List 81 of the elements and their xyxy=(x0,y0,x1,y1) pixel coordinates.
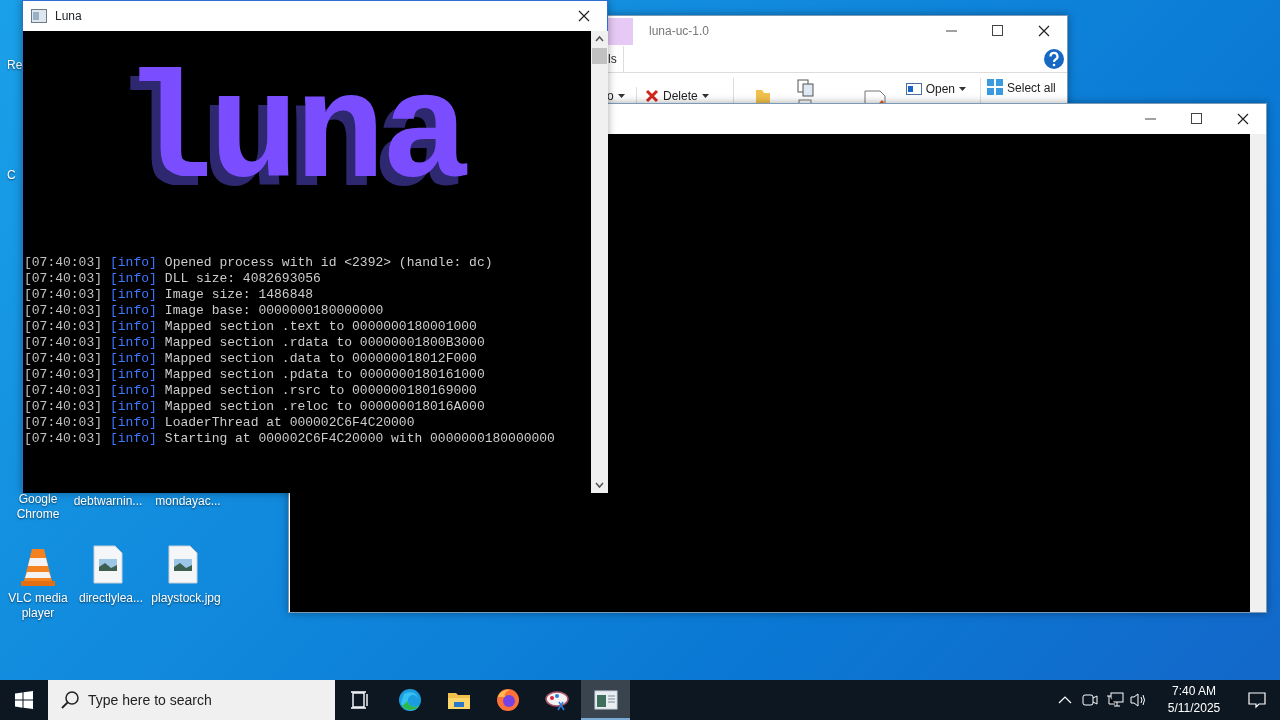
task-view-icon[interactable] xyxy=(351,691,369,709)
caret-icon xyxy=(701,94,709,98)
log-timestamp: [07:40:03] xyxy=(24,383,102,399)
delete-button[interactable]: Delete xyxy=(663,87,698,105)
log-timestamp: [07:40:03] xyxy=(24,399,102,415)
log-timestamp: [07:40:03] xyxy=(24,415,102,431)
window-title: luna-uc-1.0 xyxy=(649,23,710,40)
log-level: [info] xyxy=(110,287,157,303)
icon-label[interactable]: C xyxy=(0,168,16,183)
volume-icon[interactable] xyxy=(1130,692,1148,708)
show-hidden-icons-icon[interactable] xyxy=(1058,696,1072,704)
log-timestamp: [07:40:03] xyxy=(24,271,102,287)
scrollbar[interactable] xyxy=(1250,134,1266,612)
close-icon[interactable] xyxy=(577,9,591,23)
notifications-icon[interactable] xyxy=(1248,691,1266,709)
search-field[interactable]: Type here to search xyxy=(48,680,335,720)
log-timestamp: [07:40:03] xyxy=(24,431,102,447)
log-timestamp: [07:40:03] xyxy=(24,303,102,319)
edge-icon[interactable] xyxy=(397,688,422,712)
log-level: [info] xyxy=(110,431,157,447)
log-message: Opened process with id <2392> (handle: dc) xyxy=(164,255,493,271)
maximize-icon[interactable] xyxy=(991,24,1005,38)
log-message: DLL size: 4082693056 xyxy=(164,271,321,287)
icon-label[interactable]: VLC media player xyxy=(5,591,71,621)
log-timestamp: [07:40:03] xyxy=(24,255,102,271)
log-level: [info] xyxy=(110,383,157,399)
select-all-button[interactable]: Select all xyxy=(1007,79,1056,97)
log-level: [info] xyxy=(110,319,157,335)
log-message: Image base: 0000000180000000 xyxy=(164,303,384,319)
caret-icon xyxy=(617,94,625,98)
log-timestamp: [07:40:03] xyxy=(24,367,102,383)
log-message: Image size: 1486848 xyxy=(164,287,314,303)
log-level: [info] xyxy=(110,415,157,431)
icon-label[interactable]: Google Chrome xyxy=(5,492,71,522)
firefox-icon[interactable] xyxy=(495,688,520,712)
scrollbar-thumb[interactable] xyxy=(592,48,607,64)
log-message: Mapped section .pdata to 0000000180161000 xyxy=(164,367,485,383)
log-level: [info] xyxy=(110,351,157,367)
windows-start-icon[interactable] xyxy=(15,691,33,709)
window-title: Luna xyxy=(55,8,82,25)
maximize-icon[interactable] xyxy=(1190,112,1204,126)
camera-icon[interactable] xyxy=(1082,692,1098,708)
log-message: Mapped section .rsrc to 0000000180169000 xyxy=(164,383,477,399)
ribbon-tab-highlight xyxy=(607,18,633,45)
open-icon xyxy=(905,83,922,95)
log-level: [info] xyxy=(110,367,157,383)
log-level: [info] xyxy=(110,399,157,415)
icon-label[interactable]: Re xyxy=(0,58,23,73)
icon-label[interactable]: directlylea... xyxy=(79,591,143,606)
clock-time[interactable]: 7:40 AM xyxy=(1172,683,1216,700)
help-icon[interactable] xyxy=(1043,48,1065,70)
log-timestamp: [07:40:03] xyxy=(24,351,102,367)
select-all-icon xyxy=(987,79,1004,95)
log-level: [info] xyxy=(110,255,157,271)
caret-icon xyxy=(959,87,967,91)
search-icon xyxy=(61,691,79,709)
log-message: Mapped section .reloc to 000000018016A000 xyxy=(164,399,485,415)
console-app-icon xyxy=(31,9,47,23)
open-button[interactable]: Open xyxy=(925,80,956,98)
delete-icon xyxy=(645,89,659,103)
log-timestamp: [07:40:03] xyxy=(24,335,102,351)
log-timestamp: [07:40:03] xyxy=(24,319,102,335)
log-message: Mapped section .text to 0000000180001000 xyxy=(164,319,477,335)
log-level: [info] xyxy=(110,271,157,287)
window-icon[interactable] xyxy=(593,689,618,711)
close-icon[interactable] xyxy=(1037,24,1051,38)
log-level: [info] xyxy=(110,335,157,351)
log-level: [info] xyxy=(110,303,157,319)
log-message: Starting at 000002C6F4C20000 with 0000000180000000 xyxy=(164,431,555,447)
network-icon[interactable] xyxy=(1106,692,1124,708)
icon-label[interactable]: playstock.jpg xyxy=(151,591,221,606)
log-timestamp: [07:40:03] xyxy=(24,287,102,303)
icon-label[interactable]: debtwarnin... xyxy=(73,494,143,509)
log-message: LoaderThread at 000002C6F4C20000 xyxy=(164,415,415,431)
log-message: Mapped section .rdata to 00000001800B3000 xyxy=(164,335,485,351)
icon-label[interactable]: mondayac... xyxy=(155,494,221,509)
close-icon[interactable] xyxy=(1236,112,1250,126)
clock-date[interactable]: 5/11/2025 xyxy=(1167,700,1221,717)
ribbon-button[interactable]: o xyxy=(607,87,614,105)
palette-icon[interactable] xyxy=(544,688,569,712)
log-message: Mapped section .data to 000000018012F000 xyxy=(164,351,477,367)
